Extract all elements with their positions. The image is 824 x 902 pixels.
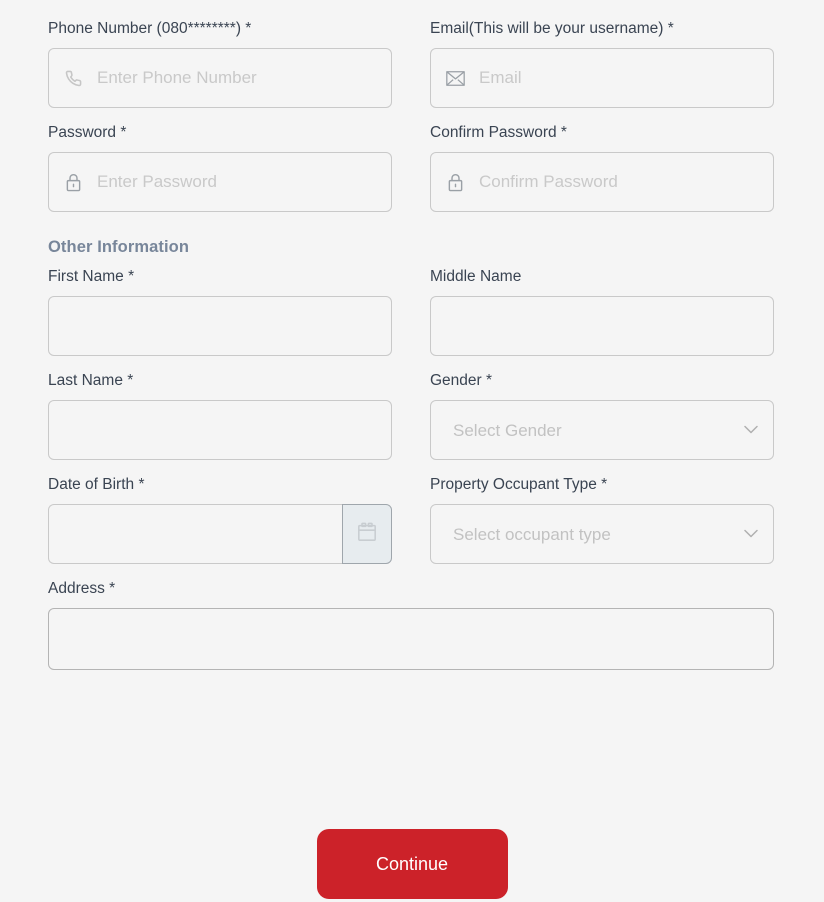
label-last-name: Last Name *: [48, 372, 134, 389]
label-date-of-birth: Date of Birth *: [48, 476, 145, 493]
label-email: Email(This will be your username) *: [430, 20, 674, 37]
field-gender: Gender * Select Gender: [430, 370, 774, 460]
calendar-picker-button[interactable]: [342, 504, 392, 564]
field-middle-name: Middle Name: [430, 266, 774, 356]
middle-name-input[interactable]: [431, 297, 773, 355]
occupant-type-select-wrapper[interactable]: Select occupant type: [430, 504, 774, 564]
field-date-of-birth: Date of Birth *: [48, 474, 392, 564]
field-confirm-password: Confirm Password *: [430, 122, 774, 212]
email-input-wrapper[interactable]: [430, 48, 774, 108]
confirm-password-input[interactable]: [479, 153, 773, 211]
gender-select-wrapper[interactable]: Select Gender: [430, 400, 774, 460]
phone-input[interactable]: [97, 49, 391, 107]
field-property-occupant-type: Property Occupant Type * Select occupant…: [430, 474, 774, 564]
email-input[interactable]: [479, 49, 773, 107]
label-confirm-password: Confirm Password *: [430, 124, 567, 141]
registration-form: Phone Number (080********) * Email(This …: [48, 18, 774, 689]
label-property-occupant-type: Property Occupant Type *: [430, 476, 608, 493]
field-phone-number: Phone Number (080********) *: [48, 18, 392, 108]
field-last-name: Last Name *: [48, 370, 392, 460]
label-address: Address *: [48, 580, 116, 597]
address-textarea[interactable]: [48, 608, 774, 670]
calendar-icon: [357, 522, 377, 547]
confirm-password-input-wrapper[interactable]: [430, 152, 774, 212]
last-name-input[interactable]: [49, 401, 391, 459]
lock-icon: [49, 173, 97, 192]
section-heading-other-information: Other Information: [48, 238, 190, 256]
date-of-birth-input[interactable]: [48, 504, 342, 564]
middle-name-input-wrapper[interactable]: [430, 296, 774, 356]
label-password: Password *: [48, 124, 127, 141]
phone-icon: [49, 70, 97, 87]
first-name-input[interactable]: [49, 297, 391, 355]
field-address: Address *: [48, 578, 774, 675]
occupant-type-select[interactable]: Select occupant type: [430, 504, 774, 564]
form-actions: Continue: [0, 829, 824, 899]
envelope-icon: [431, 70, 479, 86]
date-of-birth-group: [48, 504, 392, 564]
password-input[interactable]: [97, 153, 391, 211]
field-password: Password *: [48, 122, 392, 212]
password-input-wrapper[interactable]: [48, 152, 392, 212]
field-email: Email(This will be your username) *: [430, 18, 774, 108]
last-name-input-wrapper[interactable]: [48, 400, 392, 460]
continue-button[interactable]: Continue: [316, 829, 508, 899]
gender-select[interactable]: Select Gender: [430, 400, 774, 460]
first-name-input-wrapper[interactable]: [48, 296, 392, 356]
label-phone-number: Phone Number (080********) *: [48, 20, 252, 37]
lock-icon: [431, 173, 479, 192]
label-first-name: First Name *: [48, 268, 135, 285]
field-first-name: First Name *: [48, 266, 392, 356]
phone-input-wrapper[interactable]: [48, 48, 392, 108]
registration-form-page: Phone Number (080********) * Email(This …: [0, 0, 824, 902]
label-gender: Gender *: [430, 372, 493, 389]
label-middle-name: Middle Name: [430, 268, 522, 285]
